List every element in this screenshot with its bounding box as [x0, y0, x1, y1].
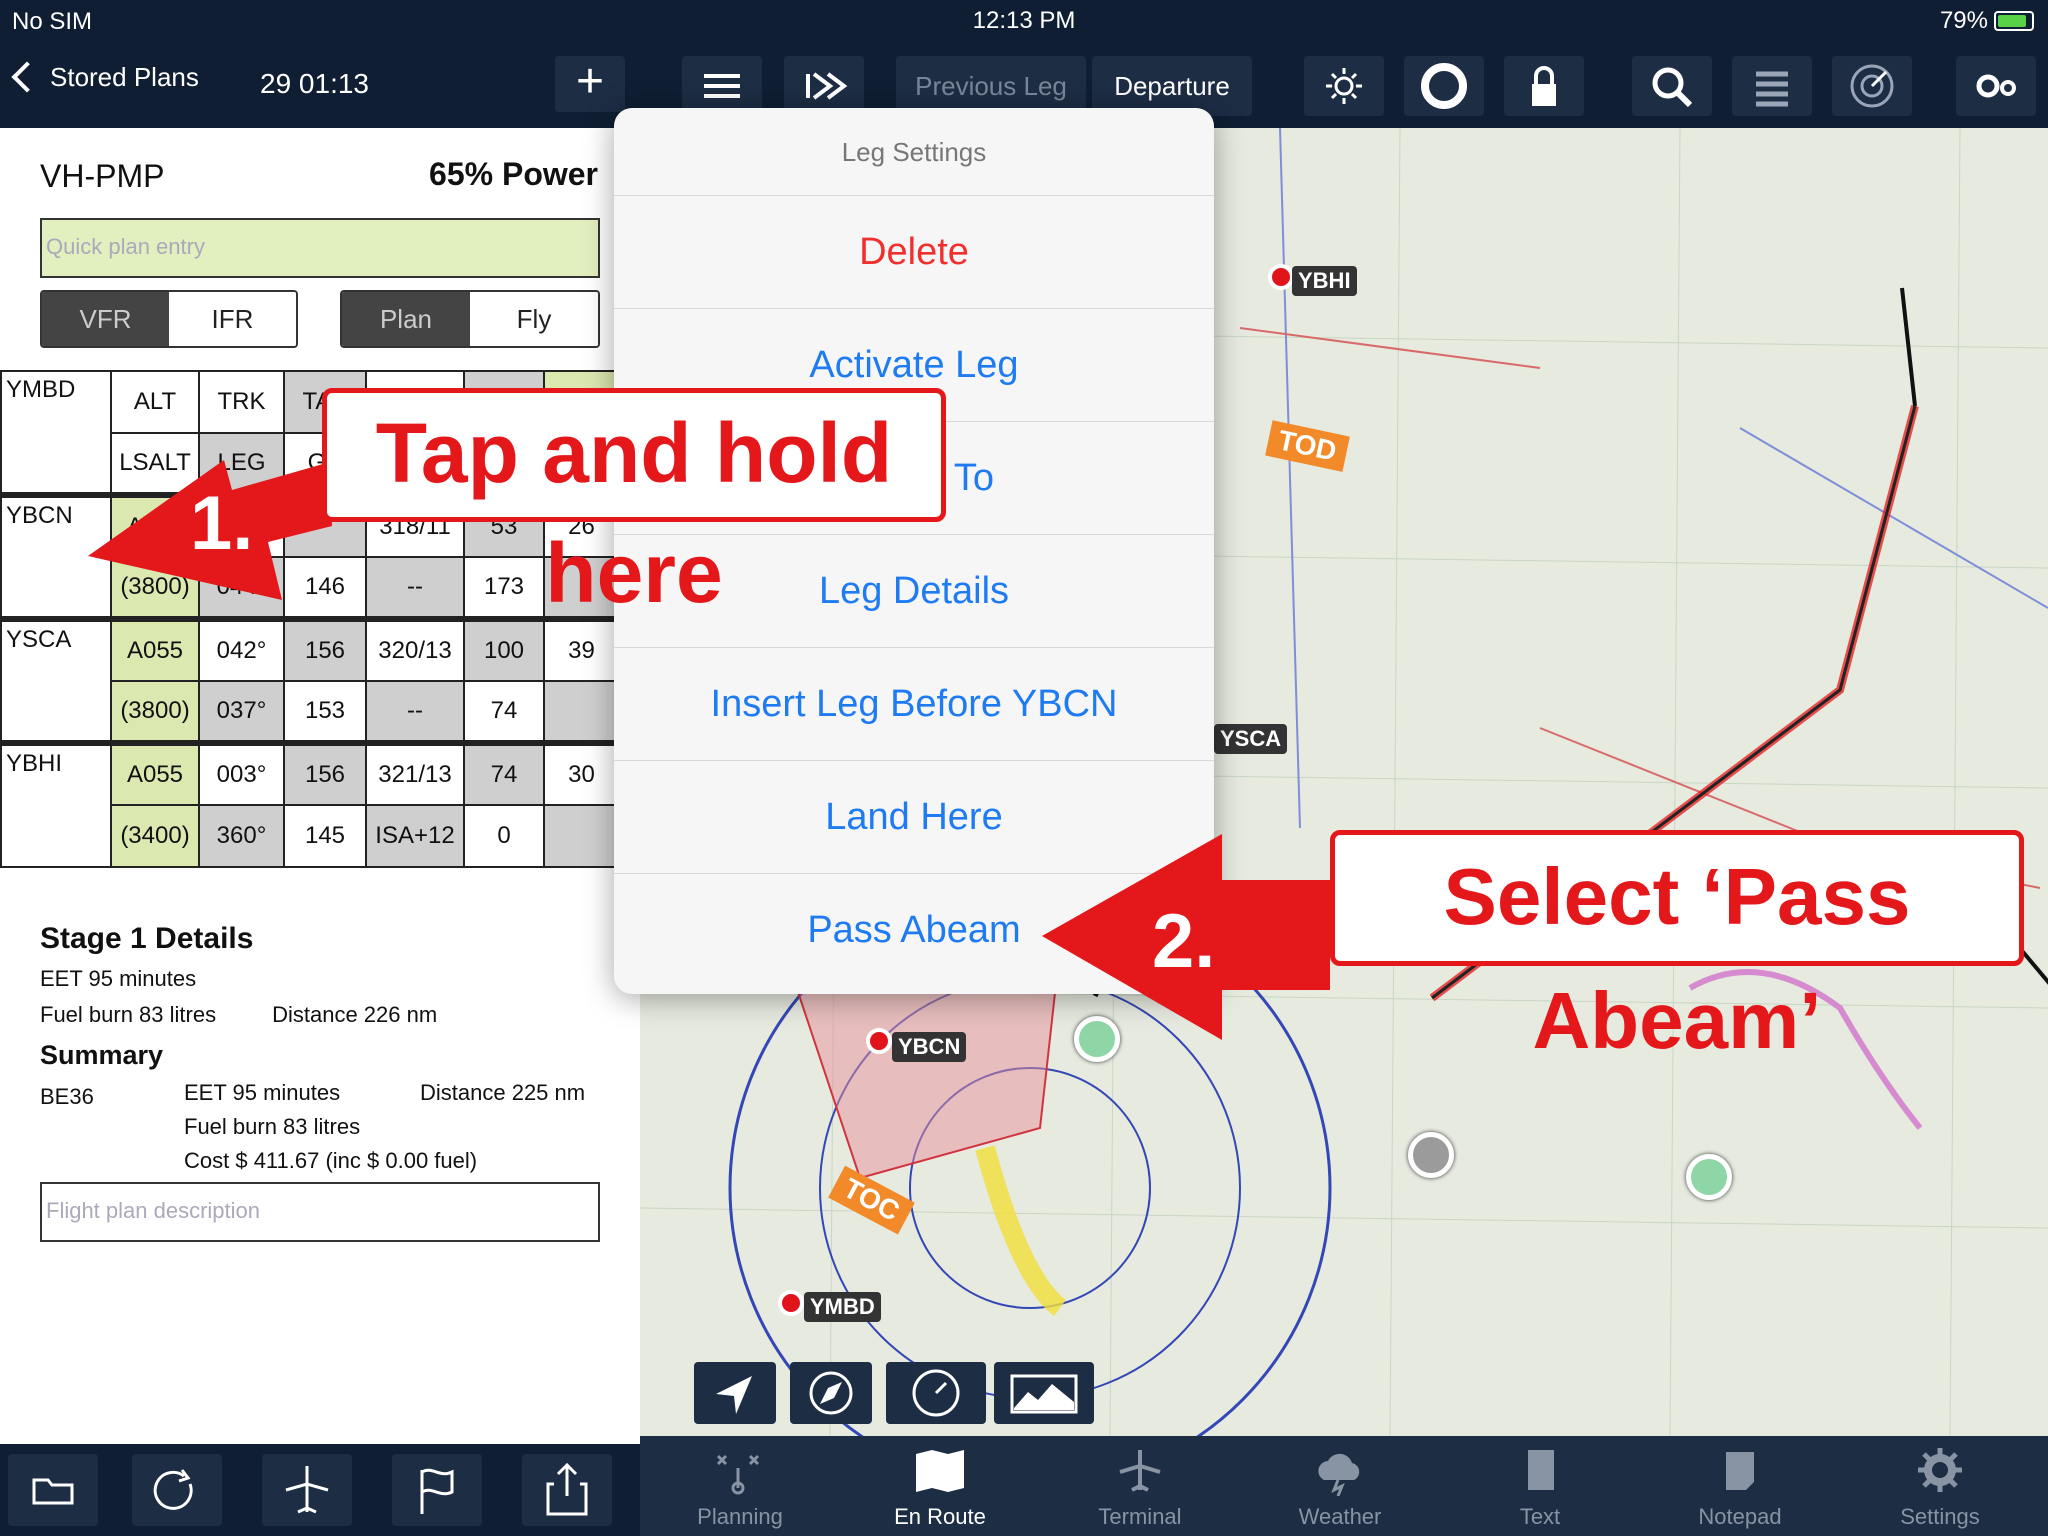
step-1-number: 1.	[190, 481, 254, 566]
annotation-arrows	[88, 460, 1330, 1040]
step-2-number: 2.	[1152, 899, 1216, 984]
tap-hold-callout: Tap and hold here	[322, 388, 946, 620]
pass-abeam-callout: Select ‘Pass Abeam’	[1330, 830, 2024, 1065]
